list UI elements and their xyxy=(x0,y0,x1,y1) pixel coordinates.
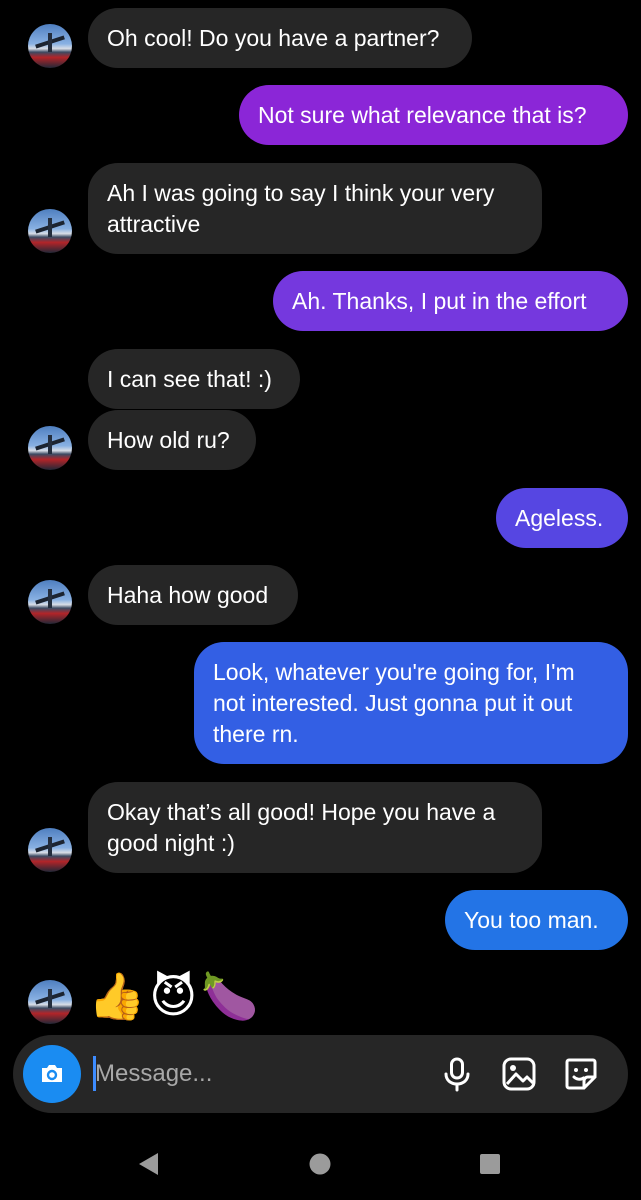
contact-avatar[interactable] xyxy=(28,426,72,470)
recents-icon[interactable] xyxy=(477,1151,503,1177)
contact-avatar[interactable] xyxy=(28,828,72,872)
microphone-button[interactable] xyxy=(437,1054,477,1094)
message-text: Ageless. xyxy=(515,504,604,531)
message-text: Ah. Thanks, I put in the effort xyxy=(292,287,587,314)
message-text: How old ru? xyxy=(107,426,230,453)
incoming-message[interactable]: Haha how good xyxy=(88,565,298,625)
contact-avatar[interactable] xyxy=(28,580,72,624)
message-input[interactable] xyxy=(95,1055,395,1093)
message-text: Ah I was going to say I think your very … xyxy=(107,179,495,237)
chat-thread[interactable]: Oh cool! Do you have a partner? Not sure… xyxy=(0,0,641,1030)
devil-emoji: 😈 xyxy=(149,969,198,1023)
message-text: Haha how good xyxy=(107,581,269,608)
camera-icon xyxy=(42,1065,62,1082)
outgoing-message[interactable]: Ageless. xyxy=(496,488,628,548)
outgoing-message[interactable]: You too man. xyxy=(445,890,628,950)
message-composer xyxy=(13,1035,628,1113)
contact-avatar[interactable] xyxy=(28,980,72,1024)
sticker-button[interactable] xyxy=(561,1054,601,1094)
emoji-reply[interactable]: 👍 😈 🍆 xyxy=(88,968,259,1024)
message-text: Not sure what relevance that is? xyxy=(258,101,587,128)
incoming-message[interactable]: Oh cool! Do you have a partner? xyxy=(88,8,472,68)
contact-avatar[interactable] xyxy=(28,24,72,68)
contact-avatar[interactable] xyxy=(28,209,72,253)
incoming-message[interactable]: I can see that! :) xyxy=(88,349,300,409)
camera-button[interactable] xyxy=(23,1045,81,1103)
microphone-icon xyxy=(444,1057,470,1092)
gallery-icon xyxy=(502,1057,536,1091)
incoming-message[interactable]: How old ru? xyxy=(88,410,256,470)
outgoing-message[interactable]: Look, whatever you're going for, I'm not… xyxy=(194,642,628,764)
thumbs-up-emoji: 👍 xyxy=(88,969,146,1023)
message-text: Okay that’s all good! Hope you have a go… xyxy=(107,798,496,856)
outgoing-message[interactable]: Ah. Thanks, I put in the effort xyxy=(273,271,628,331)
message-text: You too man. xyxy=(464,906,599,933)
system-navigation-bar xyxy=(0,1130,641,1200)
incoming-message[interactable]: Okay that’s all good! Hope you have a go… xyxy=(88,782,542,873)
eggplant-emoji: 🍆 xyxy=(201,969,259,1023)
back-icon[interactable] xyxy=(136,1151,162,1177)
message-text: Oh cool! Do you have a partner? xyxy=(107,24,440,51)
outgoing-message[interactable]: Not sure what relevance that is? xyxy=(239,85,628,145)
home-icon[interactable] xyxy=(307,1151,333,1177)
sticker-icon xyxy=(565,1058,597,1090)
message-text: I can see that! :) xyxy=(107,365,272,392)
incoming-message[interactable]: Ah I was going to say I think your very … xyxy=(88,163,542,254)
message-text: Look, whatever you're going for, I'm not… xyxy=(213,658,575,747)
gallery-button[interactable] xyxy=(499,1054,539,1094)
